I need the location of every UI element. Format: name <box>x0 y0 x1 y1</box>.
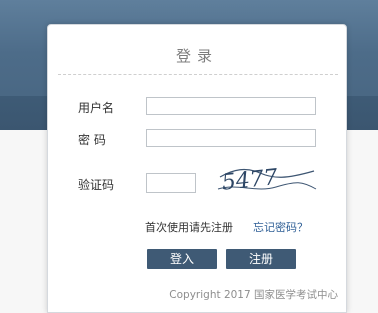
login-panel: 登录 用户名 密 码 验证码 5477 首次使用请先注册 忘记密码？ 登入 注册… <box>47 24 347 313</box>
captcha-input[interactable] <box>146 173 196 193</box>
title-divider <box>58 74 338 75</box>
register-button[interactable]: 注册 <box>226 249 296 269</box>
captcha-image[interactable]: 5477 <box>216 159 318 203</box>
password-input[interactable] <box>146 129 316 147</box>
captcha-label: 验证码 <box>78 178 115 192</box>
copyright-text: Copyright 2017 国家医学考试中心 <box>169 289 338 301</box>
password-label: 密 码 <box>78 133 106 147</box>
username-label: 用户名 <box>78 101 115 115</box>
captcha-text: 5477 <box>221 165 279 196</box>
register-hint: 首次使用请先注册 <box>145 221 233 234</box>
username-input[interactable] <box>146 97 316 115</box>
forgot-password-link[interactable]: 忘记密码？ <box>253 219 308 235</box>
login-button[interactable]: 登入 <box>147 249 217 269</box>
login-title: 登录 <box>175 47 218 65</box>
